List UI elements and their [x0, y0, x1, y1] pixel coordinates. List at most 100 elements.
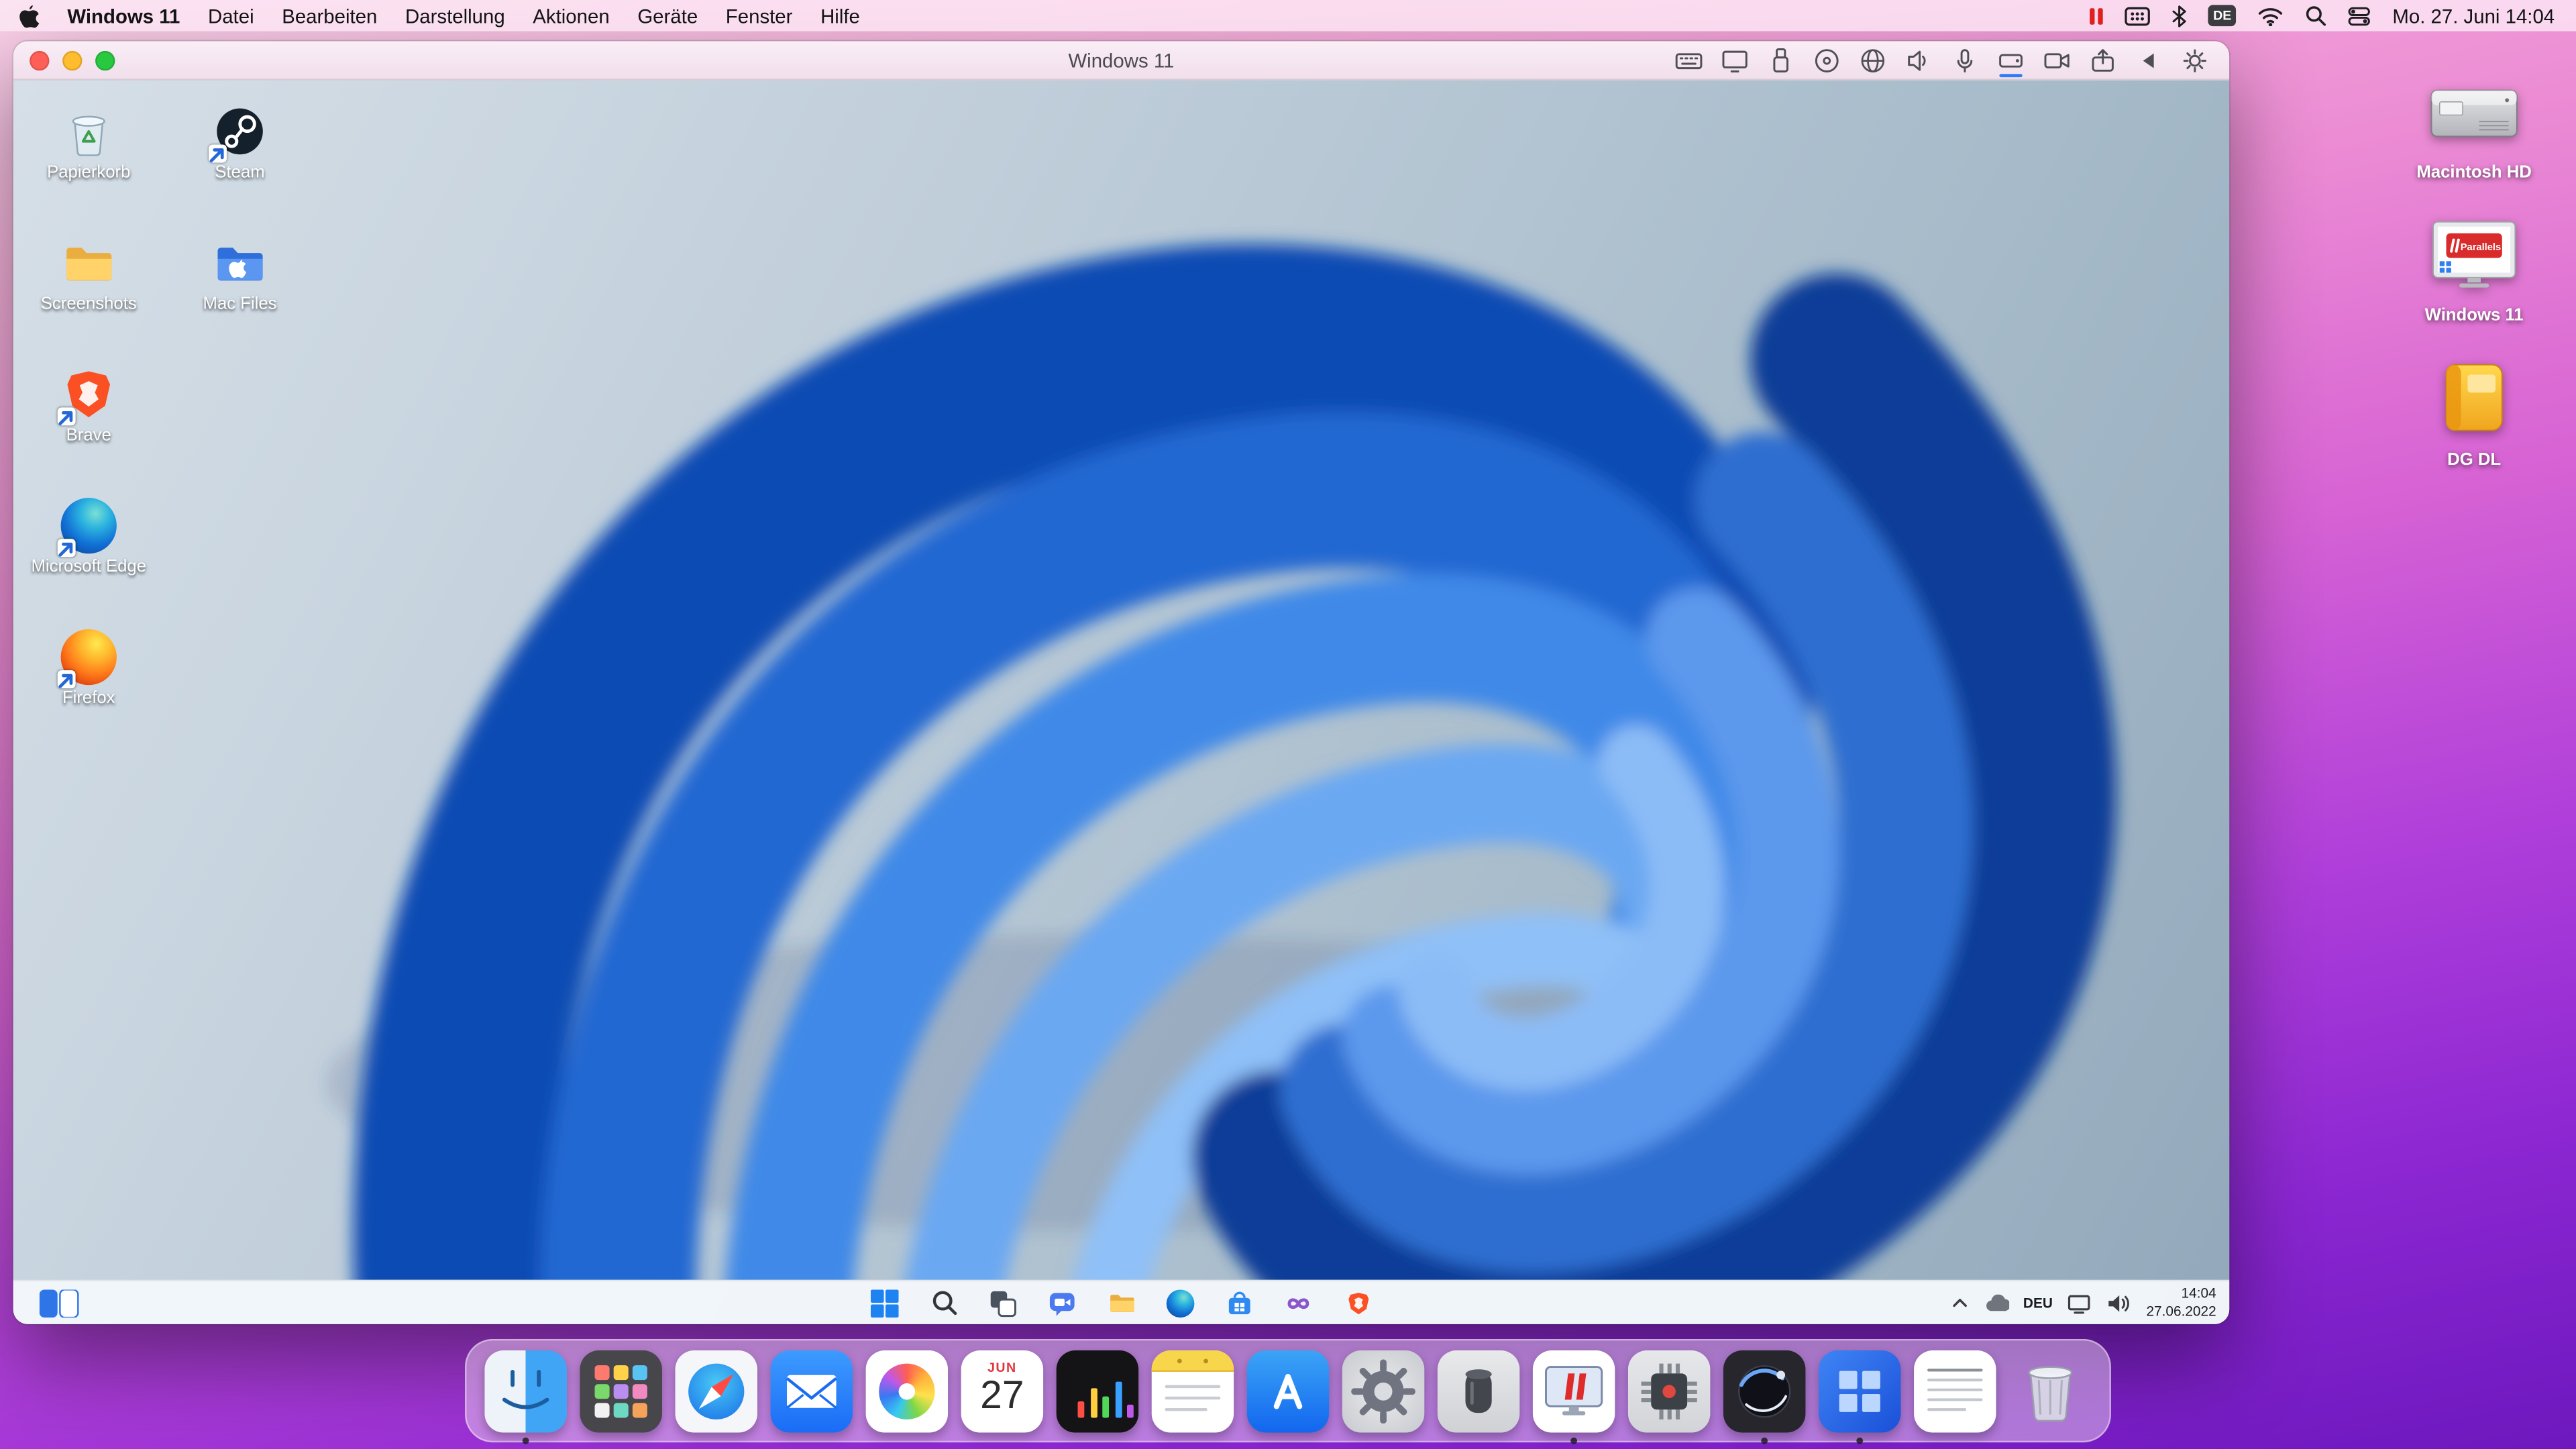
bluetooth-icon[interactable] — [2172, 3, 2187, 29]
onedrive-icon[interactable] — [1984, 1289, 2008, 1316]
wifi-icon[interactable] — [2258, 3, 2284, 29]
sound-icon[interactable] — [1904, 44, 1933, 76]
dock-item-photos[interactable] — [866, 1350, 948, 1443]
desktop-icon-microsoft-edge[interactable]: Microsoft Edge — [15, 491, 162, 623]
desktop-icon-firefox[interactable]: Firefox — [15, 623, 162, 754]
taskbar-microsoft-store-button[interactable] — [1223, 1287, 1256, 1320]
launchpad-icon — [580, 1350, 661, 1432]
shortcut-arrow-badge — [58, 407, 76, 425]
parallels-desktop-icon — [1533, 1350, 1615, 1432]
menu-item-hilfe[interactable]: Hilfe — [820, 4, 860, 27]
parallels-toolbox-icon[interactable] — [2125, 3, 2151, 29]
parallels-pause-icon[interactable] — [2089, 3, 2103, 29]
desktop-icon-screenshots[interactable]: Screenshots — [15, 228, 162, 360]
active-app-menu[interactable]: Windows 11 — [67, 4, 180, 27]
show-hidden-icons-button[interactable] — [1949, 1289, 1969, 1316]
menu-item-fenster[interactable]: Fenster — [726, 4, 793, 27]
dock-item-trash[interactable] — [2009, 1350, 2091, 1443]
mail-icon — [771, 1350, 853, 1432]
apple-menu-icon[interactable] — [18, 3, 40, 29]
taskbar-start-button[interactable] — [868, 1287, 901, 1320]
zoom-button[interactable] — [95, 50, 115, 70]
dock-item-mail[interactable] — [771, 1350, 853, 1443]
dock-item-cinema-4d[interactable] — [1723, 1350, 1805, 1443]
cd-icon[interactable] — [1812, 44, 1841, 76]
dock-item-finder[interactable] — [484, 1350, 566, 1443]
taskbar-clock[interactable]: 14:04 27.06.2022 — [2146, 1284, 2216, 1322]
macos-desktop-icons: Macintosh HD Parallels Windows 11 DG DL — [2396, 79, 2553, 472]
svg-text:Parallels: Parallels — [2461, 241, 2501, 252]
taskbar-brave-button[interactable] — [1342, 1287, 1375, 1320]
macos-menu-bar: Windows 11 Datei Bearbeiten Darstellung … — [0, 0, 2576, 32]
app-store-icon — [1247, 1350, 1329, 1432]
calendar-icon: JUN 27 — [961, 1350, 1043, 1432]
taskbar-visual-studio-button[interactable] — [1282, 1287, 1315, 1320]
close-button[interactable] — [30, 50, 49, 70]
desktop-icon-macintosh-hd[interactable]: Macintosh HD — [2396, 79, 2553, 184]
desktop-icon-dg-dl[interactable]: DG DL — [2396, 360, 2553, 472]
minimize-button[interactable] — [62, 50, 82, 70]
desktop-icon-windows-11-vm[interactable]: Parallels Windows 11 — [2396, 218, 2553, 326]
menu-item-datei[interactable]: Datei — [208, 4, 254, 27]
settings-icon[interactable] — [2180, 44, 2210, 76]
language-indicator[interactable]: DEU — [2023, 1295, 2053, 1311]
menu-item-geraete[interactable]: Geräte — [637, 4, 698, 27]
menu-item-darstellung[interactable]: Darstellung — [405, 4, 505, 27]
dock-item-notes[interactable] — [1152, 1350, 1234, 1443]
taskbar-edge-button[interactable] — [1164, 1287, 1197, 1320]
display-icon[interactable] — [1720, 44, 1750, 76]
dock-item-calendar[interactable]: JUN 27 — [961, 1350, 1043, 1443]
back-icon[interactable] — [2134, 44, 2163, 76]
dock-item-launchpad[interactable] — [580, 1350, 661, 1443]
taskbar-chat-button[interactable] — [1046, 1287, 1079, 1320]
volume-icon[interactable] — [2107, 1289, 2132, 1316]
dock-item-parallels-desktop[interactable] — [1533, 1350, 1615, 1443]
spotlight-icon[interactable] — [2306, 3, 2327, 29]
dock-item-safari[interactable] — [676, 1350, 757, 1443]
dock-item-system-preferences[interactable] — [1342, 1350, 1424, 1443]
windows-desktop: Papierkorb Screenshots Brave — [13, 80, 2230, 1324]
windows-taskbar: DEU 14:04 27.06.2022 — [13, 1280, 2230, 1324]
dock-item-windows-11-vm[interactable] — [1819, 1350, 1900, 1443]
network-icon[interactable] — [1858, 44, 1888, 76]
shortcut-arrow-badge — [58, 670, 76, 688]
dock-item-textedit[interactable] — [1914, 1350, 1996, 1443]
cast-display-icon[interactable] — [2068, 1289, 2092, 1316]
harddisk-icon[interactable] — [1996, 44, 2026, 76]
edge-icon — [61, 498, 117, 553]
taskbar-search-button[interactable] — [927, 1287, 960, 1320]
desktop-icon-steam[interactable]: Steam — [166, 97, 313, 228]
finder-icon — [484, 1350, 566, 1432]
dock-item-utility-app[interactable] — [1438, 1350, 1519, 1443]
window-title-bar[interactable]: Windows 11 — [13, 41, 2230, 80]
dock-item-app-store[interactable] — [1247, 1350, 1329, 1443]
menu-bar-clock[interactable]: Mo. 27. Juni 14:04 — [2392, 4, 2555, 27]
microphone-icon[interactable] — [1950, 44, 1980, 76]
parallels-vm-file-icon: Parallels — [2430, 218, 2518, 299]
menu-item-aktionen[interactable]: Aktionen — [533, 4, 609, 27]
macos-screen: Windows 11 Datei Bearbeiten Darstellung … — [0, 0, 2576, 1449]
widgets-button[interactable] — [36, 1288, 80, 1320]
desktop-icon-brave[interactable]: Brave — [15, 360, 162, 491]
share-icon[interactable] — [2088, 44, 2118, 76]
camera-icon[interactable] — [2042, 44, 2072, 76]
dock-item-chip-utility[interactable] — [1628, 1350, 1710, 1443]
dock: JUN 27 — [465, 1339, 2111, 1442]
usb-icon[interactable] — [1766, 44, 1796, 76]
input-source-indicator[interactable]: DE — [2208, 5, 2237, 26]
chip-icon — [1628, 1350, 1710, 1432]
keyboard-icon[interactable] — [1674, 44, 1704, 76]
shortcut-arrow-badge — [58, 539, 76, 557]
control-center-icon[interactable] — [2348, 3, 2371, 29]
running-indicator — [523, 1437, 529, 1444]
taskbar-file-explorer-button[interactable] — [1105, 1287, 1138, 1320]
desktop-icon-mac-files[interactable]: Mac Files — [166, 228, 313, 360]
running-indicator — [1570, 1437, 1577, 1444]
shortcut-arrow-badge — [209, 145, 227, 163]
vm-toolbar — [1674, 41, 2210, 78]
menu-item-bearbeiten[interactable]: Bearbeiten — [282, 4, 377, 27]
taskbar-task-view-button[interactable] — [987, 1287, 1020, 1320]
dock-item-media-app[interactable] — [1057, 1350, 1138, 1443]
taskbar-center — [868, 1281, 1374, 1324]
desktop-icon-papierkorb[interactable]: Papierkorb — [15, 97, 162, 228]
